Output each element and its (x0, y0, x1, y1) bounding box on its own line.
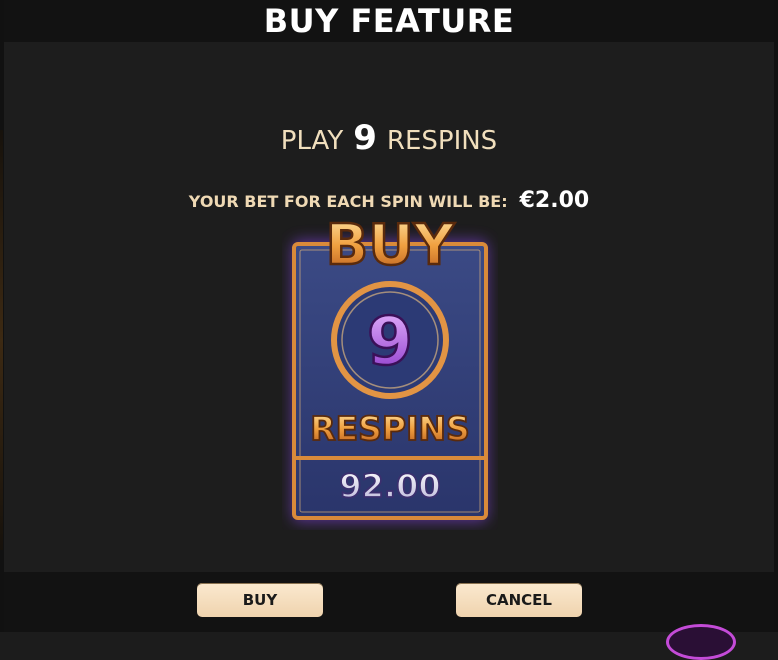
buy-button[interactable]: BUY (197, 583, 323, 617)
bet-value: €2.00 (519, 188, 590, 213)
play-line: PLAY 9 RESPINS (4, 118, 774, 158)
card-count: 9 (367, 303, 413, 380)
buy-card-graphic: BUY 9 RESPINS 92.00 (292, 212, 488, 522)
frame-edge-right (774, 0, 778, 632)
dialog-footer (4, 572, 774, 632)
card-heading: BUY (326, 213, 456, 278)
dialog-title: BUY FEATURE (263, 2, 515, 40)
card-label: RESPINS (310, 409, 470, 448)
title-bar: BUY FEATURE (4, 0, 774, 42)
play-prefix: PLAY (280, 126, 344, 156)
buy-respins-card[interactable]: BUY 9 RESPINS 92.00 (282, 200, 498, 530)
play-suffix: RESPINS (386, 126, 498, 156)
cancel-button[interactable]: CANCEL (456, 583, 582, 617)
play-count: 9 (353, 118, 377, 158)
card-price: 92.00 (339, 467, 440, 505)
corner-orb-icon (666, 624, 736, 660)
